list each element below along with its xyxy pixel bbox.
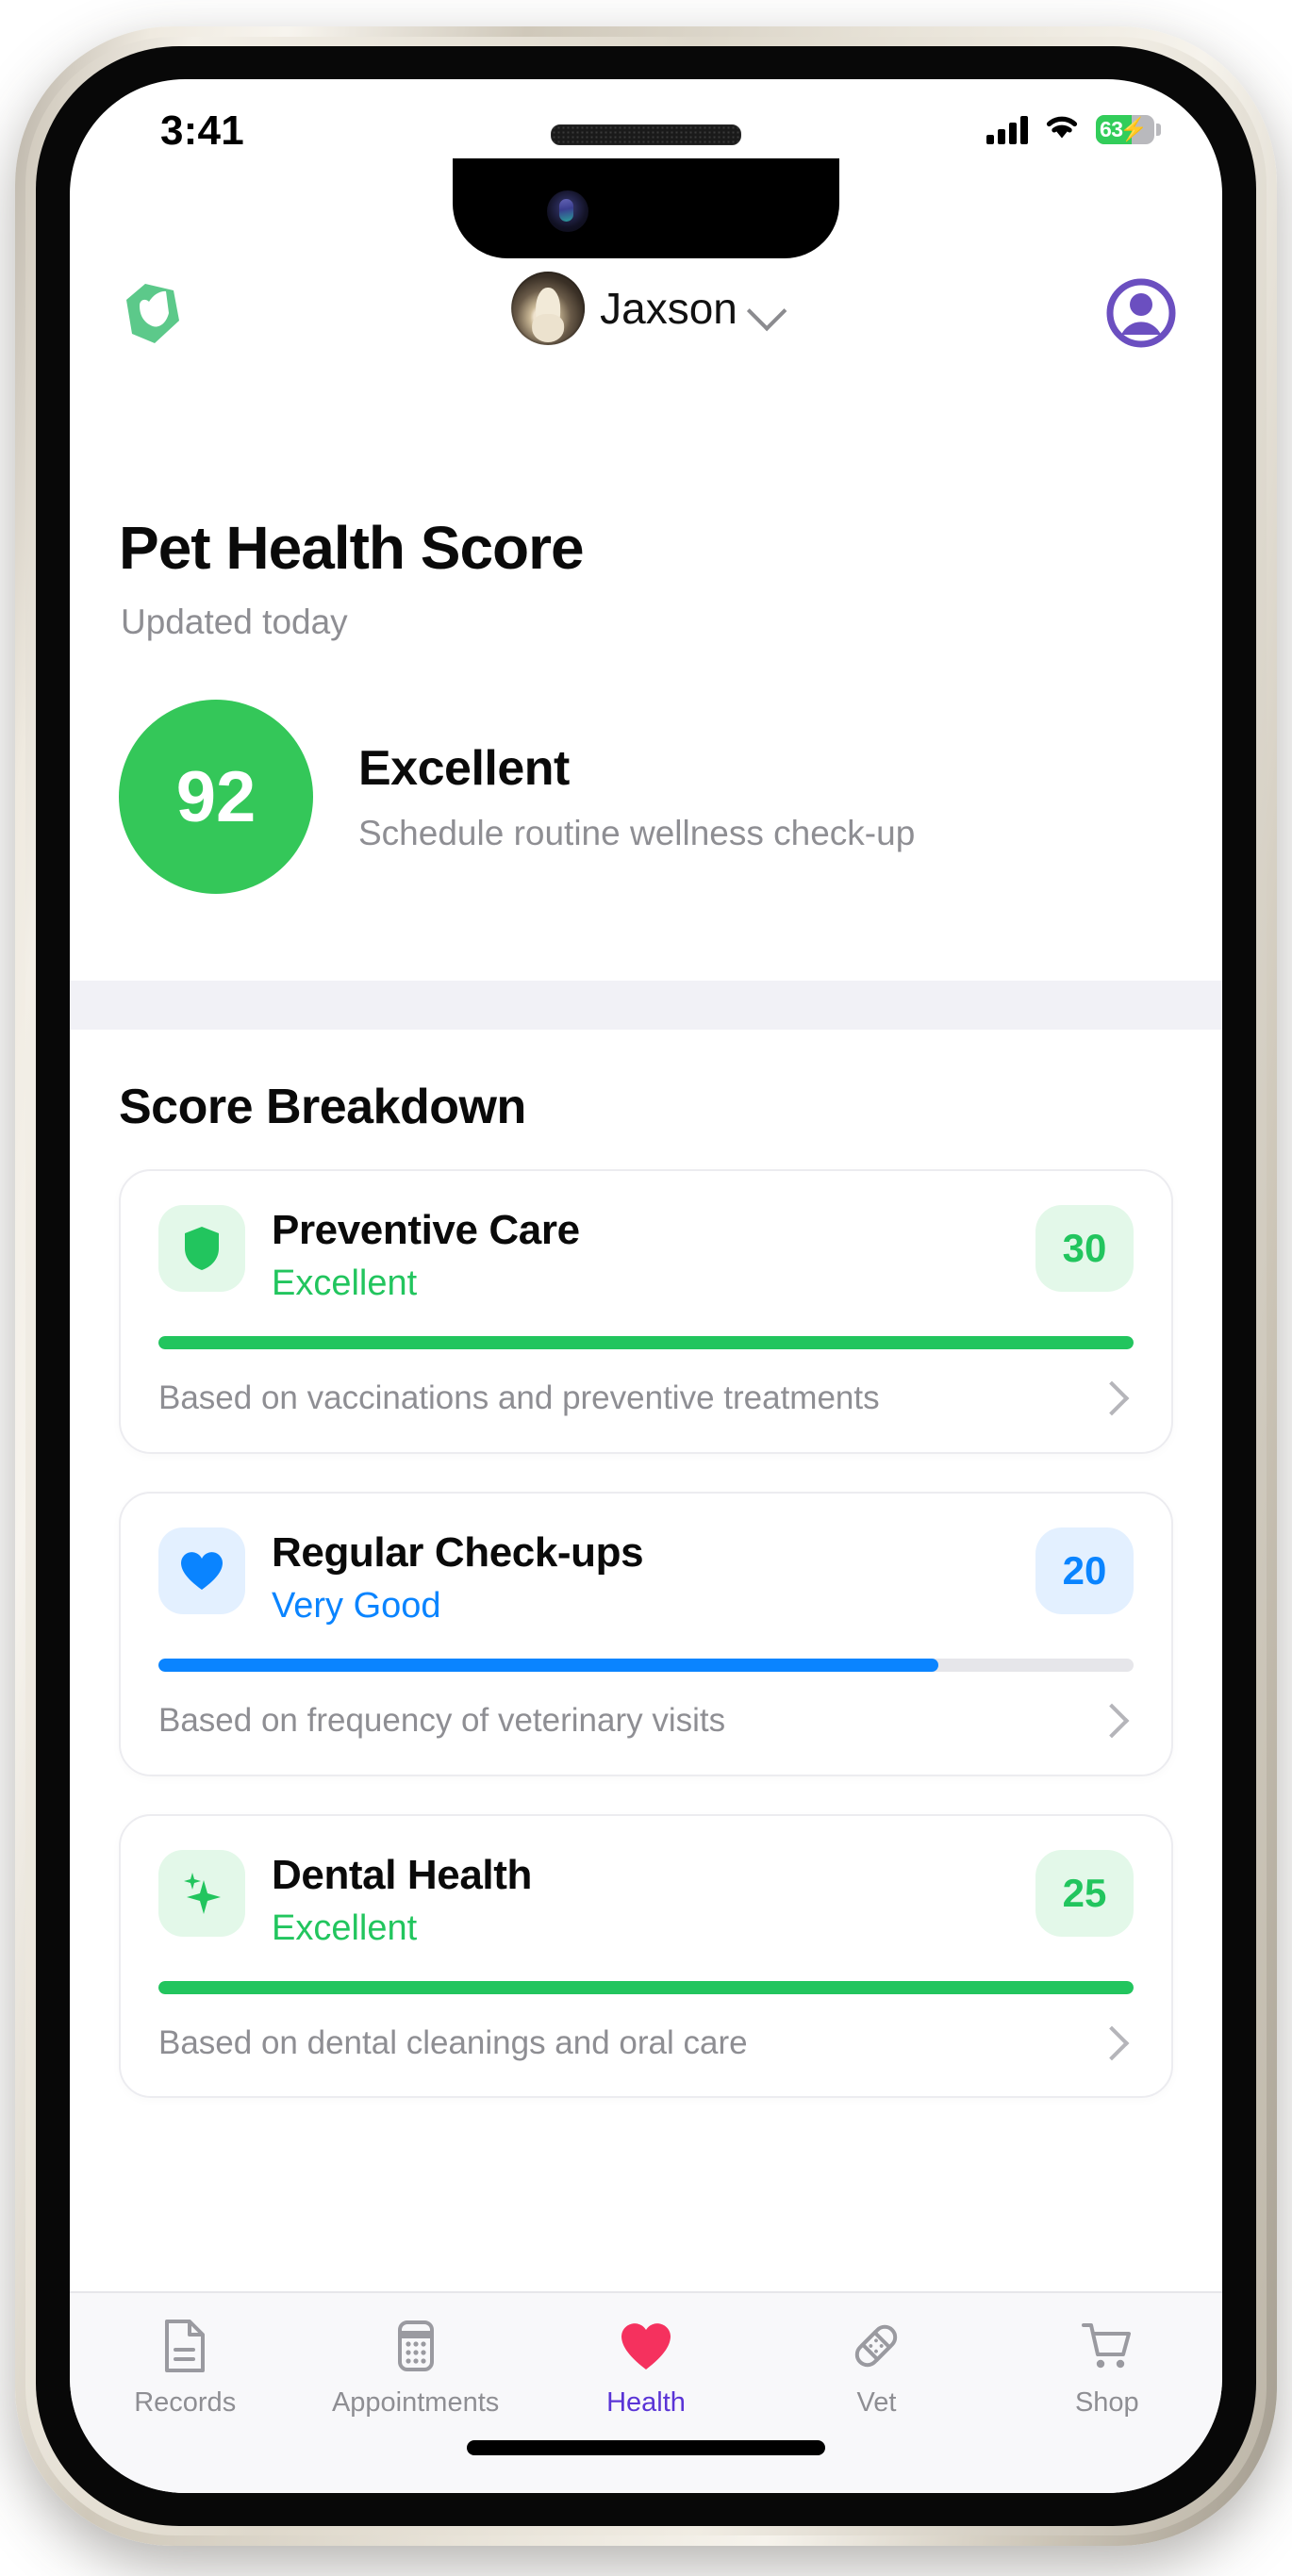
overall-score-row: 92 Excellent Schedule routine wellness c… — [119, 700, 915, 894]
card-title: Dental Health — [272, 1851, 532, 1898]
progress-bar-fill — [158, 1336, 1134, 1349]
progress-bar — [158, 1980, 1134, 1994]
shopping-cart-icon — [1079, 2318, 1135, 2374]
chevron-right-icon[interactable] — [1094, 1703, 1130, 1739]
breakdown-card-preventive-care[interactable]: Preventive Care Excellent 30 Based on va… — [119, 1169, 1173, 1454]
avatar — [511, 272, 586, 345]
pet-switcher[interactable]: Jaxson — [511, 272, 787, 345]
calendar-icon — [388, 2318, 444, 2374]
overall-rating: Excellent — [358, 741, 570, 796]
progress-bar — [158, 1336, 1134, 1349]
status-indicators: 63 ⚡ — [986, 113, 1161, 146]
chevron-down-icon — [746, 290, 787, 332]
tab-label: Shop — [1074, 2387, 1139, 2418]
card-score-badge: 25 — [1035, 1849, 1134, 1937]
progress-bar-fill — [158, 1658, 939, 1672]
tab-label: Vet — [856, 2387, 897, 2418]
score-breakdown-list: Preventive Care Excellent 30 Based on va… — [119, 1169, 1173, 2136]
progress-bar-fill — [158, 1980, 1134, 1994]
overall-score-badge: 92 — [119, 700, 313, 894]
card-title: Preventive Care — [272, 1207, 580, 1253]
wifi-icon — [1043, 113, 1081, 146]
card-description: Based on vaccinations and preventive tre… — [158, 1379, 880, 1416]
sparkle-icon — [158, 1849, 245, 1937]
status-time: 3:41 — [160, 107, 244, 154]
pet-name: Jaxson — [600, 284, 737, 333]
tab-records[interactable]: Records — [70, 2293, 300, 2419]
card-rating: Excellent — [272, 1263, 418, 1303]
account-circle-icon[interactable] — [1105, 277, 1177, 349]
card-description: Based on dental cleanings and oral care — [158, 2023, 748, 2061]
card-title: Regular Check-ups — [272, 1528, 644, 1576]
tab-label: Records — [134, 2387, 237, 2418]
tab-vet[interactable]: Vet — [761, 2293, 991, 2419]
pet-logo-icon[interactable] — [117, 279, 185, 347]
card-score-badge: 20 — [1035, 1527, 1134, 1614]
card-description: Based on frequency of veterinary visits — [158, 1701, 726, 1739]
bottom-tab-bar: Records Appointments Health Vet Shop — [70, 2291, 1222, 2493]
tab-label: Health — [606, 2387, 686, 2418]
screenshot-canvas: 3:41 63 ⚡ Jaxson Pet Health Score Update… — [0, 0, 1292, 2576]
breakdown-card-dental-health[interactable]: Dental Health Excellent 25 Based on dent… — [119, 1813, 1173, 2099]
document-icon — [157, 2318, 213, 2374]
tab-health[interactable]: Health — [531, 2293, 761, 2419]
chevron-right-icon[interactable] — [1094, 1381, 1130, 1416]
bandage-icon — [848, 2318, 904, 2374]
page-title: Pet Health Score — [119, 514, 585, 582]
cellular-signal-icon — [986, 115, 1028, 144]
earpiece-speaker-icon — [551, 124, 741, 145]
shield-icon — [158, 1205, 245, 1292]
charging-bolt-icon: ⚡ — [1119, 117, 1148, 142]
progress-bar — [158, 1658, 1134, 1672]
section-title-score-breakdown: Score Breakdown — [119, 1080, 526, 1134]
section-divider — [70, 981, 1222, 1030]
app-header: Jaxson — [70, 258, 1222, 362]
tab-label: Appointments — [331, 2387, 500, 2418]
card-score-badge: 30 — [1035, 1205, 1134, 1292]
card-rating: Very Good — [272, 1585, 441, 1626]
main-content: Pet Health Score Updated today 92 Excell… — [70, 362, 1222, 2493]
battery-charging-icon: 63 ⚡ — [1096, 115, 1161, 144]
heart-icon — [158, 1527, 245, 1614]
front-camera-icon — [547, 190, 588, 232]
overall-advice: Schedule routine wellness check-up — [358, 814, 916, 852]
card-rating: Excellent — [272, 1907, 418, 1948]
phone-screen: 3:41 63 ⚡ Jaxson Pet Health Score Update… — [70, 79, 1222, 2493]
dynamic-island — [453, 158, 839, 258]
chevron-right-icon[interactable] — [1094, 2025, 1130, 2061]
heart-icon — [618, 2318, 674, 2374]
breakdown-card-regular-checkups[interactable]: Regular Check-ups Very Good 20 Based on … — [119, 1491, 1173, 1776]
tab-appointments[interactable]: Appointments — [300, 2293, 530, 2419]
page-subtitle: Updated today — [121, 603, 348, 641]
tab-shop[interactable]: Shop — [992, 2293, 1222, 2419]
home-indicator[interactable] — [467, 2440, 825, 2455]
